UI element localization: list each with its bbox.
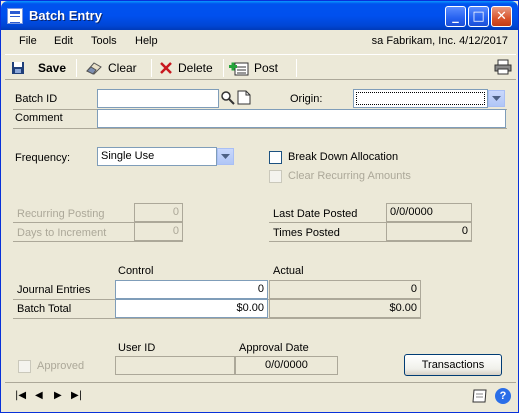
user-company-date: sa Fabrikam, Inc. 4/12/2017 — [372, 35, 508, 47]
days-to-increment-label: Days to Increment — [17, 227, 107, 239]
divider — [13, 241, 183, 242]
break-down-allocation-checkbox[interactable] — [269, 151, 282, 164]
batch-id-label: Batch ID — [15, 93, 58, 105]
divider — [269, 241, 472, 242]
first-record-button[interactable]: |◀ — [15, 390, 26, 401]
menu-tools[interactable]: Tools — [91, 35, 117, 47]
approved-label: Approved — [37, 360, 85, 372]
minimize-button[interactable]: _ — [445, 6, 466, 27]
chevron-down-icon — [221, 153, 230, 159]
batch-total-actual-field: $0.00 — [269, 299, 421, 318]
delete-button[interactable]: Delete — [159, 58, 213, 78]
menu-bar: File Edit Tools Help sa Fabrikam, Inc. 4… — [5, 31, 516, 53]
frequency-dropdown[interactable]: Single Use — [97, 147, 217, 166]
clear-button[interactable]: Clear — [85, 58, 137, 78]
clear-recurring-amounts-label: Clear Recurring Amounts — [288, 170, 411, 182]
menu-help[interactable]: Help — [135, 35, 158, 47]
title-bar[interactable]: Batch Entry _ □ ✕ — [1, 1, 518, 30]
maximize-button[interactable]: □ — [468, 6, 489, 27]
last-date-posted-label: Last Date Posted — [273, 208, 358, 220]
user-id-field — [115, 356, 235, 375]
toolbar-separator — [296, 59, 297, 77]
next-record-button[interactable]: ▶ — [54, 390, 62, 401]
origin-label: Origin: — [290, 93, 323, 105]
window-title: Batch Entry — [29, 8, 102, 23]
control-header: Control — [118, 265, 154, 277]
batch-id-field[interactable] — [97, 89, 219, 108]
recurring-posting-field: 0 — [134, 203, 183, 222]
current-user: sa — [371, 35, 384, 47]
close-button[interactable]: ✕ — [491, 6, 512, 27]
chevron-down-icon — [492, 95, 501, 101]
journal-entries-actual-field: 0 — [269, 280, 421, 299]
save-disk-icon — [12, 62, 24, 74]
actual-header: Actual — [273, 265, 304, 277]
post-icon — [229, 62, 249, 76]
frequency-label: Frequency: — [15, 152, 71, 164]
toolbar-separator — [223, 59, 224, 77]
comment-field[interactable] — [97, 109, 506, 128]
toolbar-separator — [151, 59, 152, 77]
help-icon[interactable]: ? — [495, 388, 511, 404]
journal-entries-control-field[interactable]: 0 — [115, 280, 268, 299]
print-icon[interactable] — [494, 59, 512, 75]
post-button[interactable]: Post — [229, 58, 278, 78]
times-posted-label: Times Posted — [273, 227, 340, 239]
comment-label: Comment — [15, 112, 63, 124]
eraser-icon — [86, 62, 102, 75]
save-button[interactable]: Save — [11, 58, 66, 78]
divider — [13, 128, 507, 129]
previous-record-button[interactable]: ◀ — [35, 390, 43, 401]
lookup-magnifier-icon[interactable] — [220, 90, 235, 105]
frequency-dropdown-button[interactable] — [217, 148, 234, 165]
user-id-header: User ID — [118, 342, 156, 354]
transactions-button[interactable]: Transactions — [404, 354, 502, 376]
journal-entries-label: Journal Entries — [17, 284, 91, 296]
origin-dropdown[interactable] — [353, 89, 488, 108]
company-name: Fabrikam, Inc. — [386, 35, 456, 47]
approval-date-field: 0/0/0000 — [235, 356, 338, 375]
clear-recurring-amounts-checkbox — [269, 170, 282, 183]
batch-entry-window: Batch Entry _ □ ✕ File Edit Tools Help s… — [0, 0, 519, 413]
times-posted-field: 0 — [386, 222, 472, 241]
note-icon[interactable] — [471, 388, 489, 404]
new-note-icon[interactable] — [237, 90, 251, 105]
days-to-increment-field: 0 — [134, 222, 183, 241]
last-record-button[interactable]: ▶| — [71, 390, 82, 401]
divider — [13, 318, 421, 319]
menu-file[interactable]: File — [19, 35, 37, 47]
break-down-allocation-label: Break Down Allocation — [288, 151, 399, 163]
delete-x-icon — [160, 62, 172, 74]
batch-entry-app-icon — [7, 8, 23, 24]
approval-date-header: Approval Date — [239, 342, 309, 354]
last-date-posted-field: 0/0/0000 — [386, 203, 472, 222]
origin-dropdown-button[interactable] — [488, 90, 505, 107]
recurring-posting-label: Recurring Posting — [17, 208, 105, 220]
batch-total-control-field[interactable]: $0.00 — [115, 299, 268, 318]
toolbar: Save Clear Delete Post — [5, 54, 516, 80]
toolbar-separator — [76, 59, 77, 77]
user-date: 4/12/2017 — [459, 35, 508, 47]
status-bar: |◀ ◀ ▶ ▶| ? — [5, 382, 516, 408]
batch-total-label: Batch Total — [17, 303, 72, 315]
approved-checkbox — [18, 360, 31, 373]
menu-edit[interactable]: Edit — [54, 35, 73, 47]
